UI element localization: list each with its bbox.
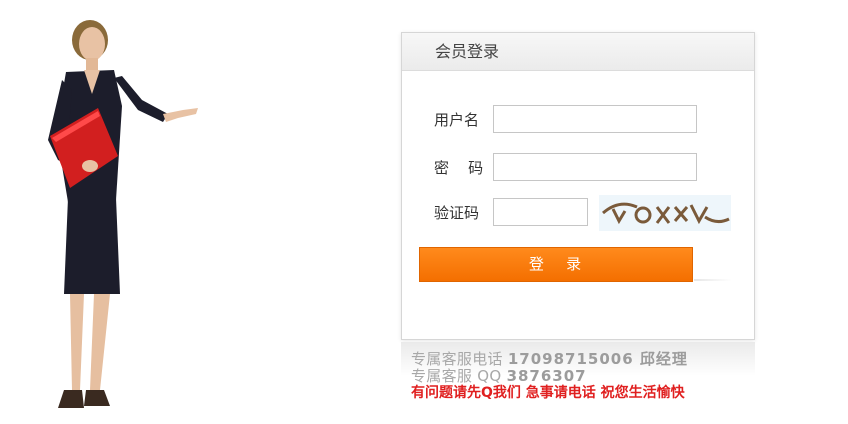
captcha-input[interactable]	[493, 198, 588, 226]
username-input[interactable]	[493, 105, 697, 133]
login-panel: 会员登录 用户名 密 码 验证码 登 录	[401, 32, 755, 340]
login-panel-title: 会员登录	[402, 33, 754, 71]
captcha-row: 验证码	[402, 195, 754, 231]
captcha-image[interactable]	[599, 195, 731, 231]
businesswoman-icon	[48, 20, 198, 408]
footer-notice: 有问题请先Q我们 急事请电话 祝您生活愉快	[411, 385, 685, 401]
password-input[interactable]	[493, 153, 697, 181]
username-row: 用户名	[402, 105, 754, 135]
captcha-label: 验证码	[434, 204, 480, 222]
username-label: 用户名	[434, 111, 480, 129]
password-label: 密 码	[434, 159, 484, 177]
login-page: 会员登录 用户名 密 码 验证码 登 录 专属客服电话 17098715006 …	[0, 0, 848, 424]
password-row: 密 码	[402, 153, 754, 183]
businesswoman-illustration	[18, 10, 208, 416]
login-button[interactable]: 登 录	[419, 247, 693, 282]
service-phone-contact: 邱经理	[633, 350, 688, 368]
captcha-glyphs-icon	[602, 202, 730, 225]
login-button-shadow	[694, 279, 732, 281]
